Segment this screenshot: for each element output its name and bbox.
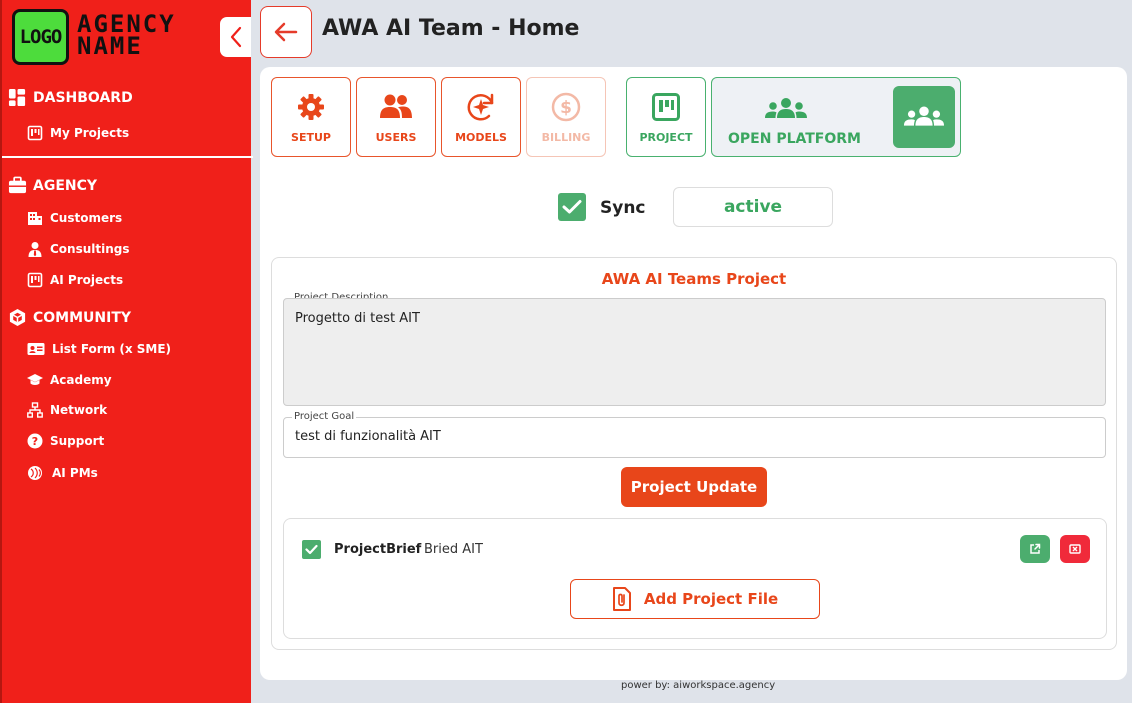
- people-group-icon: [765, 98, 807, 118]
- sidebar-item-label: My Projects: [50, 126, 130, 140]
- main-card: SETUP USERS MODELS $ BILLING PROJECT OPE…: [260, 67, 1127, 680]
- file-checkbox[interactable]: [302, 540, 321, 559]
- svg-text:?: ?: [32, 435, 38, 448]
- sidebar-item-consultings[interactable]: Consultings: [27, 241, 130, 257]
- id-card-icon: [27, 343, 45, 355]
- sidebar-item-label: Academy: [50, 373, 112, 387]
- section-agency[interactable]: AGENCY: [8, 176, 97, 195]
- user-tie-icon: [28, 242, 42, 257]
- sidebar-item-ai-projects[interactable]: AI Projects: [27, 272, 123, 288]
- sidebar-item-customers[interactable]: Customers: [27, 210, 122, 226]
- dashboard-icon: [8, 88, 26, 107]
- back-button[interactable]: [260, 6, 312, 58]
- people-group-icon: [903, 106, 945, 126]
- section-agency-label: AGENCY: [33, 177, 98, 194]
- section-community-label: COMMUNITY: [33, 309, 132, 326]
- users-button[interactable]: USERS: [356, 77, 436, 157]
- delete-file-button[interactable]: [1060, 535, 1090, 563]
- project-files-panel: ProjectBrief Bried AIT Add Project File: [283, 518, 1107, 639]
- checkmark-icon: [562, 200, 582, 214]
- gear-icon: [298, 93, 324, 120]
- dollar-circle-icon: $: [551, 92, 581, 121]
- project-update-button[interactable]: Project Update: [621, 467, 767, 507]
- sidebar-item-support[interactable]: ? Support: [27, 433, 104, 449]
- users-icon: [380, 94, 412, 118]
- building-icon: [28, 212, 42, 225]
- users-label: USERS: [375, 130, 417, 144]
- open-platform-icon-tile[interactable]: [893, 86, 955, 148]
- sidebar-item-network[interactable]: Network: [27, 402, 107, 418]
- network-icon: [27, 402, 43, 418]
- kanban-icon: [652, 92, 680, 121]
- setup-label: SETUP: [291, 130, 331, 144]
- checkmark-icon: [305, 544, 318, 555]
- sync-label: Sync: [600, 198, 646, 218]
- project-card: AWA AI Teams Project Project Description…: [271, 257, 1117, 650]
- sidebar-item-label: List Form (x SME): [52, 342, 172, 356]
- open-file-button[interactable]: [1020, 535, 1050, 563]
- sidebar-item-ai-pms[interactable]: AI PMs: [27, 465, 98, 481]
- page-title: AWA AI Team - Home: [322, 16, 580, 41]
- question-circle-icon: ?: [27, 433, 43, 449]
- sidebar-item-my-projects[interactable]: My Projects: [27, 125, 129, 141]
- briefcase-icon: [8, 176, 27, 194]
- chevron-left-icon: [230, 26, 241, 48]
- sync-status: active: [673, 187, 833, 227]
- sidebar: LOGO AGENCY NAME DASHBOARD My Projects A…: [0, 0, 253, 703]
- kanban-icon: [27, 272, 43, 288]
- unity-icon: [9, 308, 26, 327]
- file-description: Bried AIT: [424, 542, 483, 557]
- sidebar-item-label: Support: [50, 434, 105, 448]
- open-platform-button[interactable]: OPEN PLATFORM: [711, 77, 961, 157]
- logo: LOGO: [12, 9, 69, 65]
- models-label: MODELS: [455, 130, 507, 144]
- file-name: ProjectBrief: [334, 542, 422, 557]
- sidebar-item-label: AI Projects: [50, 273, 124, 287]
- sidebar-item-list-form[interactable]: List Form (x SME): [27, 341, 171, 357]
- project-description-field[interactable]: Progetto di test AIT: [283, 298, 1106, 406]
- setup-button[interactable]: SETUP: [271, 77, 351, 157]
- billing-label: BILLING: [541, 130, 591, 144]
- section-dashboard[interactable]: DASHBOARD: [8, 88, 133, 107]
- project-goal-value: test di funzionalità AIT: [295, 429, 441, 444]
- project-title: AWA AI Teams Project: [601, 270, 787, 288]
- models-button[interactable]: MODELS: [441, 77, 521, 157]
- project-description-value: Progetto di test AIT: [295, 311, 420, 326]
- agency-name: AGENCY NAME: [77, 10, 176, 60]
- sidebar-item-label: AI PMs: [52, 466, 98, 480]
- sidebar-divider: [2, 156, 253, 158]
- project-goal-field[interactable]: test di funzionalità AIT: [283, 417, 1106, 458]
- paperclip-file-icon: [612, 587, 631, 611]
- add-project-file-button[interactable]: Add Project File: [570, 579, 820, 619]
- svg-text:$: $: [560, 98, 572, 118]
- sync-checkbox[interactable]: [558, 193, 586, 221]
- graduation-cap-icon: [27, 374, 43, 385]
- sidebar-item-label: Consultings: [50, 242, 130, 256]
- project-button[interactable]: PROJECT: [626, 77, 706, 157]
- brain-icon: [28, 466, 42, 480]
- sidebar-item-academy[interactable]: Academy: [27, 372, 112, 388]
- add-project-file-label: Add Project File: [643, 590, 779, 608]
- sidebar-item-label: Network: [50, 403, 108, 417]
- project-goal-label: Project Goal: [292, 411, 357, 422]
- logo-text: LOGO: [19, 26, 63, 48]
- project-label: PROJECT: [639, 130, 693, 144]
- external-link-icon: [1030, 543, 1041, 554]
- collapse-sidebar-button[interactable]: [220, 17, 251, 57]
- delete-icon: [1069, 544, 1081, 554]
- arrow-left-icon: [274, 22, 298, 42]
- footer-credit: power by: aiworkspace.agency: [621, 680, 776, 691]
- kanban-icon: [27, 125, 43, 141]
- ai-sparkle-icon: [467, 93, 494, 120]
- section-community[interactable]: COMMUNITY: [8, 308, 131, 327]
- section-dashboard-label: DASHBOARD: [33, 89, 133, 106]
- open-platform-label: OPEN PLATFORM: [728, 131, 861, 147]
- sidebar-item-label: Customers: [50, 211, 123, 225]
- billing-button[interactable]: $ BILLING: [526, 77, 606, 157]
